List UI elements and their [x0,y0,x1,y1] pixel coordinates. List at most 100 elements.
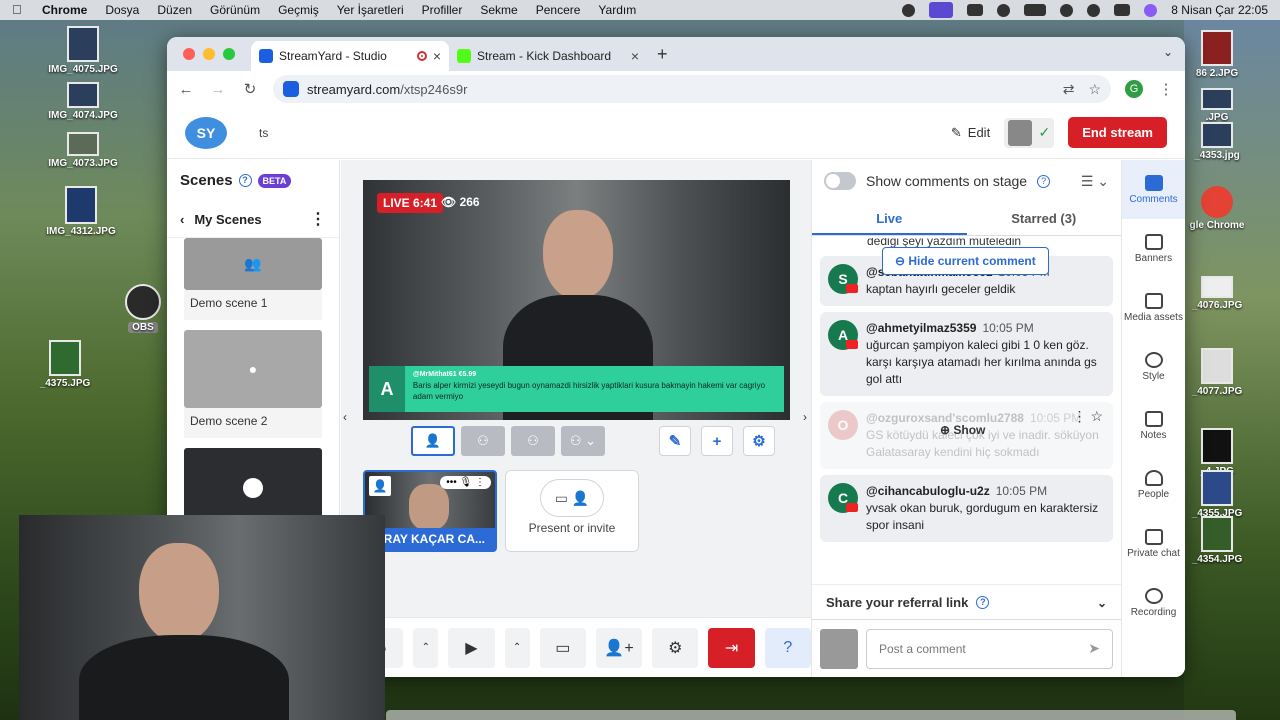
forward-button[interactable]: → [209,81,227,98]
post-comment-input[interactable]: Post a comment ➤ [866,628,1113,669]
layout-solo-button[interactable]: 👤 [411,426,455,456]
status-icon[interactable] [902,3,916,17]
rail-media-assets[interactable]: Media assets [1122,278,1185,337]
spotlight-icon[interactable] [1087,3,1101,17]
battery-icon[interactable] [1024,4,1047,16]
bookmark-star-icon[interactable]: ☆ [1088,81,1101,98]
collapse-right-icon[interactable]: › [803,410,807,424]
live-stage[interactable]: LIVE 6:41 👁 266 A @MrMithat61 €5.99 Bari… [363,180,790,420]
edit-button[interactable]: ✎ Edit [951,125,990,141]
my-scenes-header[interactable]: ‹ My Scenes ⋮ [167,201,339,238]
help-button[interactable]: ? [764,627,811,668]
rail-style[interactable]: Style [1122,337,1185,396]
menu-item[interactable]: Profiller [422,3,463,17]
desktop-icon[interactable]: 86 2.JPG [1172,30,1262,79]
send-icon[interactable]: ➤ [1088,640,1100,657]
hide-current-comment-button[interactable]: ⊖ Hide current comment [882,247,1049,275]
microphone-options-chevron-icon[interactable]: ⌃ [413,627,439,668]
comment-item[interactable]: A @ahmetyilmaz5359 10:05 PM uğurcan şampi… [820,312,1113,396]
menu-item[interactable]: Pencere [536,3,581,17]
menu-item[interactable]: Düzen [157,3,192,17]
leave-studio-button[interactable]: ⇥ [708,627,755,668]
reload-button[interactable]: ↻ [241,80,259,98]
camera-options-chevron-icon[interactable]: ⌃ [504,627,530,668]
invite-guest-button[interactable]: 👤+ [595,627,643,668]
desktop-icon[interactable]: IMG_4074.JPG [38,82,128,121]
menu-item[interactable]: Sekme [480,3,517,17]
browser-menu-icon[interactable]: ⋮ [1157,80,1175,98]
help-icon[interactable]: ? [238,174,252,187]
translate-icon[interactable]: ⇄ [1063,81,1075,98]
profile-avatar[interactable]: G [1125,80,1143,98]
desktop-icon[interactable]: _4353.jpg [1172,122,1262,161]
desktop-icon[interactable]: _4375.JPG [20,340,110,389]
help-icon[interactable]: ? [976,596,990,609]
rail-recording[interactable]: Recording [1122,573,1185,632]
chevron-left-icon[interactable]: ‹ [180,212,184,227]
present-or-invite-button[interactable]: ▭ 👤 Present or invite [505,470,639,552]
desktop-icon[interactable]: _4355.JPG [1172,470,1262,519]
referral-link-row[interactable]: Share your referral link ? ⌄ [812,584,1121,620]
rail-people[interactable]: People [1122,455,1185,514]
add-layout-icon[interactable]: + [701,426,733,456]
minimize-window-button[interactable] [203,48,215,60]
tab-streamyard[interactable]: StreamYard - Studio × [251,41,449,71]
control-center-icon[interactable] [1114,4,1131,16]
kebab-icon[interactable]: ⋮ [1073,408,1087,424]
address-bar[interactable]: streamyard.com/xtsp246s9r ⇄ ☆ [273,75,1111,103]
gear-icon[interactable]: ⚙ [743,426,775,456]
filter-icon[interactable]: ☰ ⌄ [1081,173,1109,190]
desktop-icon[interactable]: _4076.JPG [1172,276,1262,311]
layout-split-button[interactable]: ⚇ [511,426,555,456]
comment-item[interactable]: C @cihancabuloglu-u2z 10:05 PM yvsak okan… [820,475,1113,542]
display-icon[interactable] [967,4,984,16]
settings-button[interactable]: ⚙ [652,627,699,668]
desktop-icon[interactable]: _4354.JPG [1172,516,1262,565]
help-icon[interactable]: ? [1037,174,1051,188]
back-button[interactable]: ← [177,81,195,98]
pencil-icon[interactable]: ✎ [659,426,691,456]
apple-icon[interactable]:  [12,3,26,17]
desktop-icon[interactable]: _4077.JPG [1172,348,1262,397]
star-icon[interactable]: ☆ [1090,408,1103,424]
close-window-button[interactable] [183,48,195,60]
menu-clock[interactable]: 8 Nisan Çar 22:05 [1171,3,1268,17]
screen-share-icon[interactable] [929,2,954,18]
layout-group-button[interactable]: ⚇ [461,426,505,456]
wifi-icon[interactable] [1060,3,1074,17]
streamyard-logo[interactable]: SY [185,116,227,149]
close-tab-icon[interactable]: × [631,48,639,64]
rail-banners[interactable]: Banners [1122,219,1185,278]
desktop-icon[interactable]: IMG_4073.JPG [38,132,128,169]
desktop-icon[interactable]: IMG_4312.JPG [36,186,126,237]
menu-item[interactable]: Yardım [598,3,636,17]
rail-notes[interactable]: Notes [1122,396,1185,455]
tab-starred[interactable]: Starred (3) [967,202,1122,235]
end-stream-button[interactable]: End stream [1068,117,1167,148]
airdrop-icon[interactable] [997,3,1011,17]
show-on-stage-toggle[interactable] [824,172,856,190]
scene-card[interactable]: ● Demo scene 2 [184,330,322,438]
site-info-icon[interactable] [283,81,299,97]
rail-private-chat[interactable]: Private chat [1122,514,1185,573]
desktop-icon[interactable]: IMG_4075.JPG [38,26,128,75]
menu-item[interactable]: Görünüm [210,3,260,17]
scene-card[interactable]: 👥 Demo scene 1 [184,238,322,320]
tab-kick[interactable]: Stream - Kick Dashboard × [449,41,647,71]
camera-button[interactable]: ▶ [448,627,495,668]
rail-comments[interactable]: Comments [1122,160,1185,219]
close-tab-icon[interactable]: × [433,48,441,64]
layout-more-button[interactable]: ⚇ ⌄ [561,426,605,456]
menu-app-name[interactable]: Chrome [42,3,87,17]
broadcast-title[interactable]: ts [259,126,268,140]
show-comment-button[interactable]: ⊕ Show [940,422,985,439]
menu-item[interactable]: Dosya [105,3,139,17]
zoom-window-button[interactable] [223,48,235,60]
tab-search-chevron-icon[interactable]: ⌄ [1163,45,1173,59]
desktop-icon[interactable]: .JPG [1172,88,1262,123]
chrome-app-icon[interactable]: gle Chrome [1172,186,1262,231]
menu-item[interactable]: Geçmiş [278,3,319,17]
chevron-down-icon[interactable]: ⌄ [1097,596,1107,610]
new-tab-button[interactable]: + [657,44,668,65]
participant-controls[interactable]: ••• 🎙 ⋮ [440,476,491,489]
